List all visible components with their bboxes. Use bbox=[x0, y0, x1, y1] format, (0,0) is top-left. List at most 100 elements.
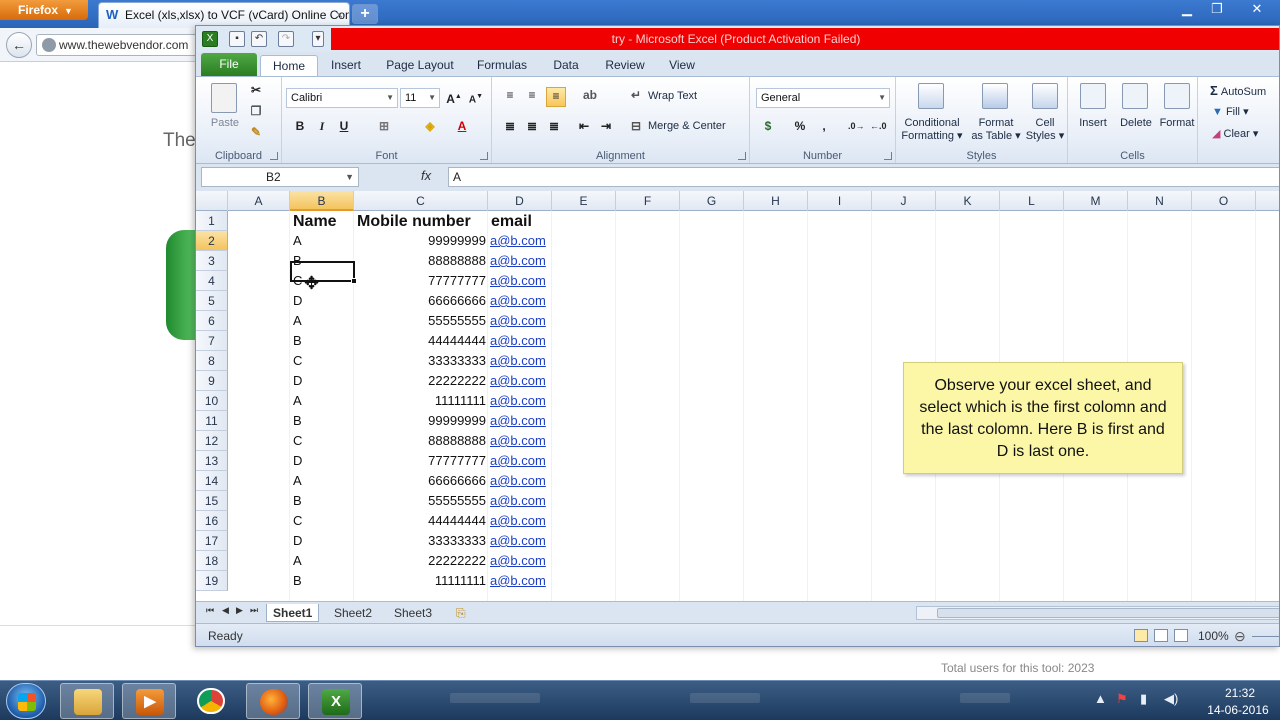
increase-decimal-icon[interactable]: .0→ bbox=[848, 118, 865, 134]
cell-mobile[interactable]: 55555555 bbox=[354, 311, 486, 331]
align-middle-icon[interactable]: ≡ bbox=[524, 87, 540, 103]
taskbar-explorer[interactable] bbox=[60, 683, 114, 719]
delete-button[interactable]: Delete bbox=[1114, 117, 1158, 129]
zoom-slider[interactable] bbox=[1252, 636, 1279, 637]
restore-icon[interactable]: ❐ bbox=[1202, 0, 1232, 18]
last-sheet-icon[interactable]: ⏭ bbox=[250, 605, 258, 616]
align-bottom-icon[interactable]: ≡ bbox=[546, 87, 566, 107]
clock-time[interactable]: 21:32 bbox=[1210, 686, 1270, 700]
column-header-n[interactable]: N bbox=[1128, 191, 1192, 211]
cell-email[interactable]: a@b.com bbox=[490, 551, 546, 571]
cell-mobile[interactable]: 22222222 bbox=[354, 551, 486, 571]
copy-icon[interactable]: ❐ bbox=[248, 103, 264, 119]
cell-email[interactable]: a@b.com bbox=[490, 531, 546, 551]
percent-button[interactable]: % bbox=[792, 118, 808, 134]
next-sheet-icon[interactable]: ▶ bbox=[236, 605, 243, 616]
address-bar[interactable]: www.thewebvendor.com bbox=[36, 34, 206, 56]
cell-email[interactable]: a@b.com bbox=[490, 371, 546, 391]
cell-name[interactable]: D bbox=[293, 531, 302, 551]
insert-cells-icon[interactable] bbox=[1080, 83, 1106, 109]
increase-indent-icon[interactable]: ⇥ bbox=[598, 118, 614, 134]
paste-button[interactable]: Paste bbox=[206, 117, 244, 129]
close-tab-icon[interactable]: × bbox=[336, 3, 343, 27]
paste-icon[interactable] bbox=[211, 83, 237, 113]
cell-email[interactable]: a@b.com bbox=[490, 231, 546, 251]
cell-mobile[interactable]: 44444444 bbox=[354, 331, 486, 351]
name-box[interactable]: B2 ▼ bbox=[201, 167, 359, 187]
format-button[interactable]: Format bbox=[1156, 117, 1198, 129]
cell-name[interactable]: B bbox=[293, 491, 302, 511]
taskbar-media-player[interactable]: ▶ bbox=[122, 683, 176, 719]
cell-mobile[interactable]: 66666666 bbox=[354, 291, 486, 311]
prev-sheet-icon[interactable]: ◀ bbox=[222, 605, 229, 616]
cell-email[interactable]: a@b.com bbox=[490, 451, 546, 471]
column-header-h[interactable]: H bbox=[744, 191, 808, 211]
cell-name[interactable]: C bbox=[293, 431, 302, 451]
shrink-font-icon[interactable]: A▼ bbox=[468, 89, 484, 105]
row-header[interactable]: 6 bbox=[196, 311, 228, 331]
font-size-combo[interactable]: 11 ▼ bbox=[400, 88, 440, 108]
cell-name[interactable]: A bbox=[293, 391, 302, 411]
zoom-out-icon[interactable]: ⊖ bbox=[1234, 628, 1246, 645]
underline-button[interactable]: U bbox=[336, 118, 352, 134]
font-color-icon[interactable]: A bbox=[454, 118, 470, 134]
column-header-l[interactable]: L bbox=[1000, 191, 1064, 211]
cell-email[interactable]: a@b.com bbox=[490, 471, 546, 491]
format-as-table-icon[interactable] bbox=[982, 83, 1008, 109]
format-cells-icon[interactable] bbox=[1164, 83, 1190, 109]
column-header-o[interactable]: O bbox=[1192, 191, 1256, 211]
row-header[interactable]: 16 bbox=[196, 511, 228, 531]
cell-email[interactable]: a@b.com bbox=[490, 511, 546, 531]
tab-review[interactable]: Review bbox=[600, 55, 650, 76]
row-header[interactable]: 4 bbox=[196, 271, 228, 291]
cell-name[interactable]: C bbox=[293, 351, 302, 371]
orientation-icon[interactable]: ab bbox=[582, 87, 598, 103]
tab-data[interactable]: Data bbox=[546, 55, 586, 76]
row-header[interactable]: 15 bbox=[196, 491, 228, 511]
grow-font-icon[interactable]: A▲ bbox=[446, 89, 462, 106]
currency-icon[interactable]: $ bbox=[760, 118, 776, 134]
cell-email[interactable]: a@b.com bbox=[490, 331, 546, 351]
cell-styles-icon[interactable] bbox=[1032, 83, 1058, 109]
cell-name[interactable]: B bbox=[293, 411, 302, 431]
row-header[interactable]: 11 bbox=[196, 411, 228, 431]
alignment-launcher-icon[interactable] bbox=[738, 152, 746, 160]
back-button[interactable]: ← bbox=[6, 32, 32, 58]
horizontal-scrollbar[interactable] bbox=[916, 606, 1279, 620]
column-header-g[interactable]: G bbox=[680, 191, 744, 211]
cell-mobile[interactable]: 44444444 bbox=[354, 511, 486, 531]
scrollbar-thumb[interactable] bbox=[937, 608, 1279, 618]
formula-input[interactable]: A bbox=[448, 167, 1279, 187]
fill-color-icon[interactable]: ◈ bbox=[422, 118, 438, 134]
network-icon[interactable]: ▮ bbox=[1140, 691, 1147, 707]
tab-page-layout[interactable]: Page Layout bbox=[380, 55, 460, 76]
borders-icon[interactable]: ⊞ bbox=[376, 118, 392, 134]
cell-mobile[interactable]: 33333333 bbox=[354, 531, 486, 551]
cell-email[interactable]: a@b.com bbox=[490, 491, 546, 511]
taskbar-chrome[interactable] bbox=[184, 683, 238, 719]
column-header-k[interactable]: K bbox=[936, 191, 1000, 211]
decrease-decimal-icon[interactable]: ←.0 bbox=[870, 118, 887, 134]
cell-mobile[interactable]: 33333333 bbox=[354, 351, 486, 371]
row-header[interactable]: 1 bbox=[196, 211, 228, 231]
header-mobile[interactable]: Mobile number bbox=[357, 211, 471, 231]
italic-button[interactable]: I bbox=[314, 118, 330, 134]
sheet-tab-sheet2[interactable]: Sheet2 bbox=[328, 604, 378, 622]
number-format-combo[interactable]: General ▼ bbox=[756, 88, 890, 108]
row-header[interactable]: 10 bbox=[196, 391, 228, 411]
cell-name[interactable]: D bbox=[293, 291, 302, 311]
format-painter-icon[interactable]: ✎ bbox=[248, 124, 264, 140]
cell-name[interactable]: A bbox=[293, 311, 302, 331]
tab-insert[interactable]: Insert bbox=[322, 55, 370, 76]
number-launcher-icon[interactable] bbox=[884, 152, 892, 160]
wrap-text-icon[interactable]: ↵ bbox=[628, 87, 644, 103]
row-header[interactable]: 2 bbox=[196, 231, 228, 251]
row-header[interactable]: 8 bbox=[196, 351, 228, 371]
column-header-f[interactable]: F bbox=[616, 191, 680, 211]
cell-name[interactable]: A bbox=[293, 231, 302, 251]
row-header[interactable]: 18 bbox=[196, 551, 228, 571]
cell-mobile[interactable]: 66666666 bbox=[354, 471, 486, 491]
cell-email[interactable]: a@b.com bbox=[490, 391, 546, 411]
row-header[interactable]: 12 bbox=[196, 431, 228, 451]
cell-mobile[interactable]: 99999999 bbox=[354, 411, 486, 431]
